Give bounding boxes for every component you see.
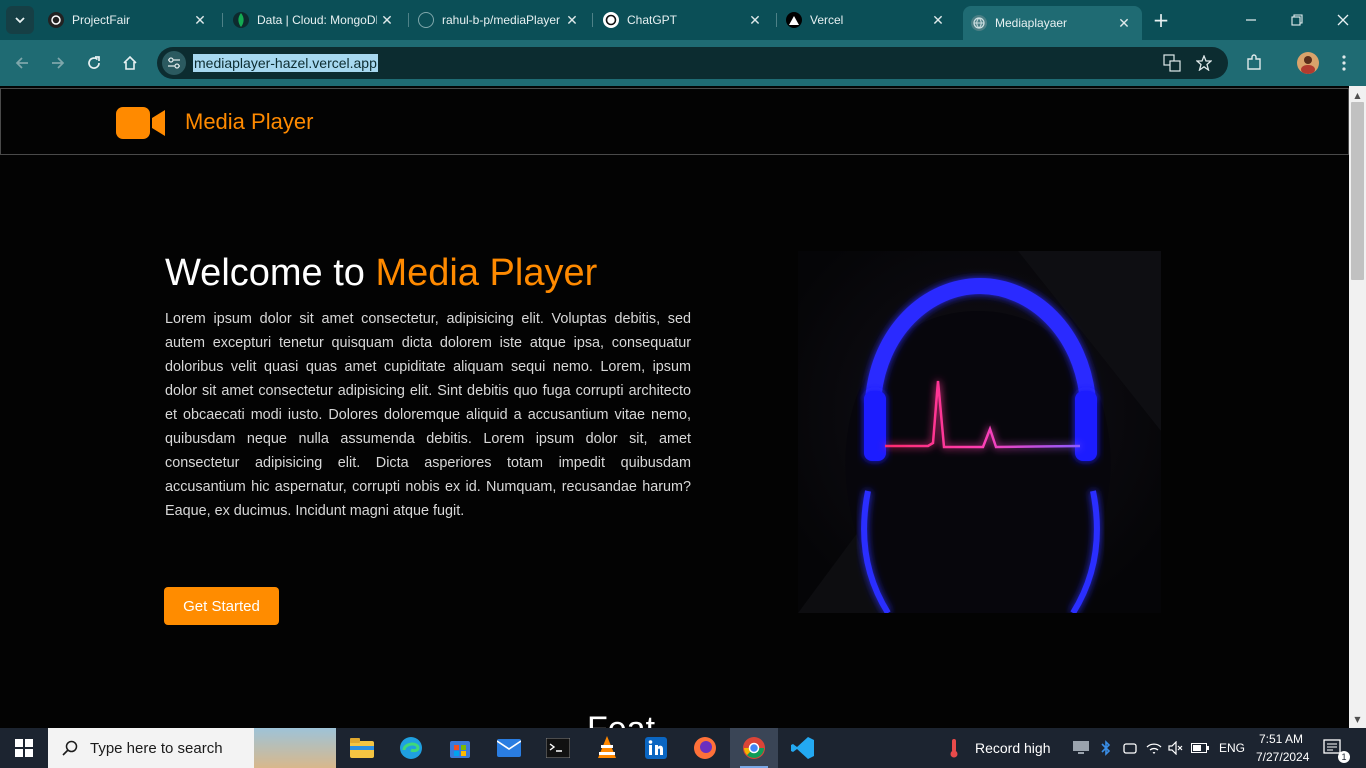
wifi-icon[interactable]	[1144, 738, 1164, 758]
close-icon[interactable]: ✕	[377, 10, 397, 30]
thermometer-icon[interactable]	[944, 738, 964, 758]
forward-arrow-icon	[52, 57, 65, 69]
translate-icon	[1163, 54, 1181, 72]
reload-icon	[88, 56, 100, 69]
projectfair-icon	[48, 12, 64, 28]
scrollbar-thumb[interactable]	[1351, 102, 1364, 280]
store-icon[interactable]	[436, 728, 484, 768]
tab-chatgpt[interactable]: ChatGPT ✕	[595, 6, 773, 34]
taskbar-search-box[interactable]: Type here to search	[48, 728, 336, 768]
tab-search-button[interactable]	[6, 6, 34, 34]
edge-icon[interactable]	[387, 728, 435, 768]
close-icon[interactable]: ✕	[562, 10, 582, 30]
chatgpt-icon	[603, 12, 619, 28]
tab-separator	[222, 13, 223, 27]
scroll-down-arrow-icon[interactable]: ▼	[1351, 712, 1364, 726]
vlc-icon[interactable]	[583, 728, 631, 768]
home-icon	[123, 55, 137, 70]
firefox-icon[interactable]	[681, 728, 729, 768]
tab-separator	[776, 13, 777, 27]
weather-text[interactable]: Record high	[975, 740, 1051, 756]
hero-description: Lorem ipsum dolor sit amet consectetur, …	[165, 311, 691, 519]
bookmark-button[interactable]	[1193, 52, 1215, 74]
reload-button[interactable]	[80, 49, 108, 77]
hero-title-prefix: Welcome to	[165, 252, 376, 294]
vercel-icon	[786, 12, 802, 28]
minimize-icon	[1246, 19, 1256, 21]
web-page: Media Player Welcome to Media Player Lor…	[0, 86, 1349, 728]
features-heading-partial: Feat	[587, 710, 655, 728]
star-icon	[1196, 55, 1212, 71]
home-button[interactable]	[116, 49, 144, 77]
chrome-icon[interactable]	[730, 728, 778, 768]
tab-title: Data | Cloud: MongoDB	[257, 13, 377, 27]
hero-title: Welcome to Media Player	[165, 252, 597, 295]
search-icon	[62, 740, 78, 756]
tab-title: Mediaplayaer	[995, 16, 1068, 30]
tab-projectfair[interactable]: ProjectFair ✕	[40, 6, 218, 34]
windows-logo-icon	[15, 739, 33, 757]
tab-mediaplayer[interactable]: Mediaplayaer ✕	[963, 6, 1142, 40]
brand-name[interactable]: Media Player	[185, 109, 313, 135]
linkedin-icon[interactable]	[632, 728, 680, 768]
site-navbar: Media Player	[0, 88, 1349, 155]
new-tab-button[interactable]: +	[1149, 8, 1173, 32]
language-indicator[interactable]: ENG	[1219, 741, 1245, 755]
tab-title: rahul-b-p/mediaPlayer	[442, 13, 561, 27]
notification-count-badge: 1	[1338, 751, 1350, 763]
close-icon[interactable]: ✕	[190, 10, 210, 30]
battery-icon[interactable]	[1190, 738, 1210, 758]
vscode-icon[interactable]	[779, 728, 827, 768]
translate-button[interactable]	[1161, 52, 1183, 74]
back-arrow-icon	[15, 57, 28, 69]
extensions-button[interactable]	[1243, 52, 1265, 74]
site-info-button[interactable]	[162, 51, 186, 75]
start-button[interactable]	[0, 728, 48, 768]
profile-avatar[interactable]	[1297, 52, 1319, 74]
headphones-heartbeat-illustration	[798, 251, 1161, 613]
mongodb-leaf-icon	[233, 12, 249, 28]
browser-menu-button[interactable]	[1333, 52, 1355, 74]
hero-title-accent: Media Player	[375, 252, 598, 294]
tab-separator	[408, 13, 409, 27]
volume-muted-icon[interactable]	[1166, 738, 1186, 758]
clock-time[interactable]: 7:51 AM	[1259, 732, 1303, 746]
scroll-up-arrow-icon[interactable]: ▲	[1351, 88, 1364, 102]
network-device-icon[interactable]	[1071, 738, 1091, 758]
github-icon	[418, 12, 434, 28]
url-text[interactable]: mediaplayer-hazel.vercel.app	[193, 54, 378, 72]
tab-title: Vercel	[810, 13, 844, 27]
tab-title: ProjectFair	[72, 13, 131, 27]
back-button[interactable]	[8, 49, 36, 77]
kebab-menu-icon	[1342, 55, 1346, 71]
bluetooth-icon[interactable]	[1096, 738, 1116, 758]
file-explorer-icon[interactable]	[338, 728, 386, 768]
tab-github[interactable]: rahul-b-p/mediaPlayer ✕	[410, 6, 590, 34]
close-icon[interactable]: ✕	[928, 10, 948, 30]
close-window-button[interactable]	[1320, 0, 1366, 40]
close-icon[interactable]: ✕	[1114, 13, 1134, 33]
close-icon[interactable]: ✕	[745, 10, 765, 30]
restore-icon	[1291, 14, 1303, 26]
clock-date[interactable]: 7/27/2024	[1256, 750, 1309, 764]
chevron-down-icon	[15, 17, 25, 24]
search-placeholder: Type here to search	[90, 739, 223, 757]
tab-mongodb[interactable]: Data | Cloud: MongoDB ✕	[225, 6, 405, 34]
forward-button[interactable]	[44, 49, 72, 77]
search-highlight-image	[254, 728, 336, 768]
get-started-button[interactable]: Get Started	[164, 587, 279, 625]
tab-title: ChatGPT	[627, 13, 678, 27]
video-camera-icon	[116, 107, 165, 139]
tune-icon	[168, 57, 180, 69]
terminal-icon[interactable]	[534, 728, 582, 768]
camera-icon[interactable]	[1120, 738, 1140, 758]
tab-vercel[interactable]: Vercel ✕	[778, 6, 956, 34]
puzzle-icon	[1247, 54, 1261, 70]
tab-separator	[592, 13, 593, 27]
mail-icon[interactable]	[485, 728, 533, 768]
minimize-button[interactable]	[1228, 0, 1274, 40]
close-icon	[1337, 14, 1349, 26]
globe-icon	[971, 15, 987, 31]
restore-button[interactable]	[1274, 0, 1320, 40]
